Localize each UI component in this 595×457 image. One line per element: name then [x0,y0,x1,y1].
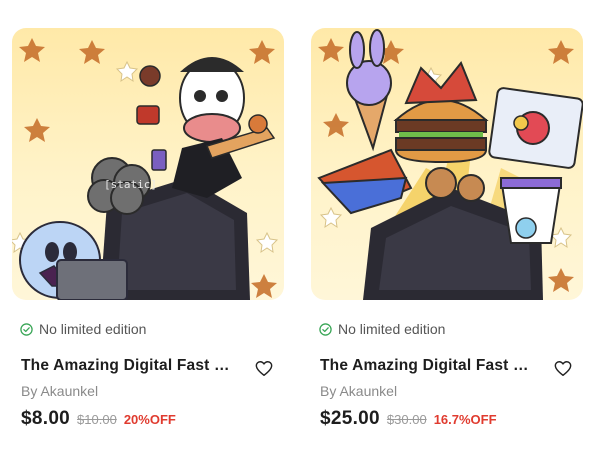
product-image[interactable]: [static] [12,28,284,300]
check-circle-icon [20,322,33,336]
art-static-text: [static] [104,178,157,191]
product-artwork: [static] [12,38,279,300]
product-artwork [317,29,583,300]
product-title[interactable]: The Amazing Digital Fast F... [21,357,233,375]
original-price: $30.00 [386,412,427,427]
heart-outline-icon [255,360,273,376]
edition-text: No limited edition [39,321,147,337]
product-image[interactable] [311,28,583,300]
original-price: $10.00 [77,412,117,427]
price-row: $8.00 $10.00 20%OFF [21,408,176,432]
edition-label: No limited edition [20,320,146,338]
current-price: $25.00 [320,408,380,429]
product-title[interactable]: The Amazing Digital Fast F... [320,357,532,375]
heart-outline-icon [554,360,572,376]
edition-text: No limited edition [338,321,446,337]
price-row: $25.00 $30.00 16.7%OFF [320,408,497,432]
discount-badge: 20%OFF [123,412,176,427]
check-circle-icon [319,322,332,336]
favorite-button[interactable] [253,357,275,379]
product-card[interactable]: [static] No limited edition The Amazing … [10,0,296,457]
product-author[interactable]: By Akaunkel [21,383,98,399]
current-price: $8.00 [21,408,71,429]
discount-badge: 16.7%OFF [433,412,497,427]
product-author[interactable]: By Akaunkel [320,383,397,399]
edition-label: No limited edition [319,320,445,338]
product-card[interactable]: No limited edition The Amazing Digital F… [309,0,595,457]
favorite-button[interactable] [552,357,574,379]
